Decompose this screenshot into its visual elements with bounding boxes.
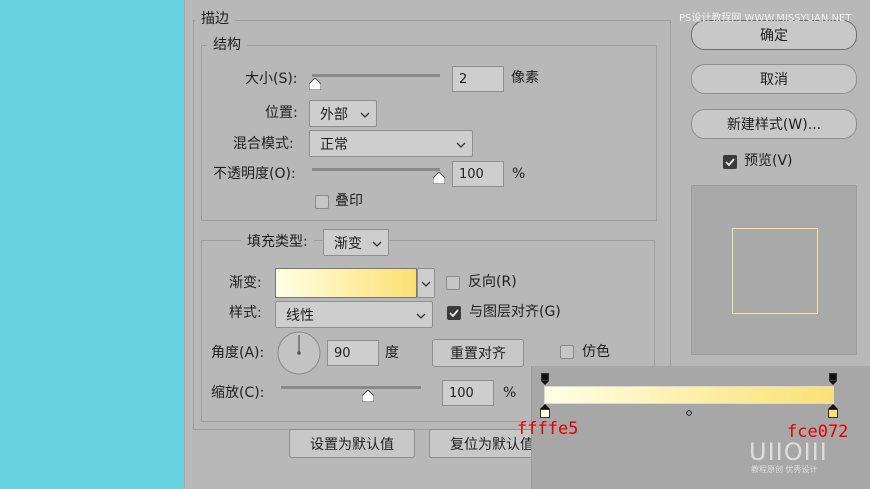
size-input[interactable]: 2 (452, 66, 504, 92)
reset-alignment-button[interactable]: 重置对齐 (432, 339, 524, 367)
opacity-label: 不透明度(O): (213, 166, 296, 182)
preview-label: 预览(V) (744, 153, 793, 169)
angle-input[interactable]: 90 (327, 340, 379, 366)
scale-unit: % (503, 385, 517, 401)
opacity-input[interactable]: 100 (452, 161, 504, 187)
check-icon (449, 309, 459, 318)
position-select[interactable]: 外部 (309, 100, 377, 127)
gradient-midpoint-marker[interactable] (685, 404, 693, 417)
position-label: 位置: (265, 105, 298, 121)
blend-mode-select[interactable]: 正常 (309, 130, 473, 157)
style-select-value: 线性 (286, 307, 314, 324)
overprint-label: 叠印 (335, 193, 363, 209)
angle-label: 角度(A): (211, 345, 265, 361)
opacity-stop-left[interactable] (541, 373, 549, 385)
gradient-dropdown[interactable] (417, 268, 435, 298)
start-color-annotation: ffffe5 (517, 419, 579, 439)
preview-thumbnail (691, 185, 857, 355)
scale-input[interactable]: 100 (442, 380, 494, 406)
ok-button[interactable]: 确定 (691, 20, 857, 50)
opacity-slider-track[interactable] (312, 168, 440, 171)
preview-square (732, 228, 818, 314)
watermark-brand: UIIOIII (749, 438, 828, 466)
chevron-down-icon (416, 307, 426, 323)
stroke-group-title: 描边 (195, 12, 235, 26)
style-label: 样式: (229, 305, 262, 321)
blend-mode-select-value: 正常 (320, 136, 348, 153)
preview-checkbox[interactable] (723, 155, 737, 169)
angle-dial[interactable] (277, 331, 321, 375)
align-with-layer-label: 与图层对齐(G) (469, 304, 561, 320)
chevron-down-icon (360, 106, 370, 122)
style-select[interactable]: 线性 (275, 301, 433, 328)
chevron-down-icon (372, 235, 382, 251)
opacity-stop-right[interactable] (829, 373, 837, 385)
layer-style-dialog: 描边 结构 大小(S): 2 像素 位置: 外部 混合模式: 正常 不透明度(O… (184, 0, 870, 489)
fill-type-select[interactable]: 渐变 (323, 229, 389, 256)
gradient-preview-bar[interactable] (544, 386, 834, 404)
check-icon (725, 158, 735, 167)
scale-label: 缩放(C): (211, 385, 265, 401)
angle-unit: 度 (385, 345, 399, 361)
reverse-checkbox[interactable] (446, 276, 460, 290)
watermark-brand-sub: 教程原创 优秀设计 (751, 465, 818, 474)
size-unit: 像素 (511, 70, 539, 86)
dither-checkbox[interactable] (560, 345, 574, 359)
chevron-down-icon (421, 275, 431, 291)
size-slider-thumb[interactable] (309, 78, 321, 90)
chevron-down-icon (456, 136, 466, 152)
size-label: 大小(S): (245, 71, 298, 87)
gradient-swatch[interactable] (275, 268, 417, 298)
blend-mode-label: 混合模式: (233, 136, 294, 152)
structure-group-title: 结构 (207, 38, 247, 52)
scale-slider-track[interactable] (281, 386, 421, 389)
new-style-button[interactable]: 新建样式(W)... (691, 109, 857, 139)
overprint-checkbox[interactable] (315, 195, 329, 209)
color-stop-left[interactable] (540, 404, 550, 418)
scale-slider-thumb[interactable] (362, 390, 374, 402)
reverse-label: 反向(R) (468, 274, 517, 290)
watermark-top: PS设计教程网 WWW.MISSYUAN.NET (679, 13, 852, 24)
set-as-default-button[interactable]: 设置为默认值 (289, 429, 415, 458)
cancel-button[interactable]: 取消 (691, 64, 857, 94)
position-select-value: 外部 (320, 106, 348, 123)
size-slider-track[interactable] (312, 74, 440, 77)
dither-label: 仿色 (582, 344, 610, 360)
fill-type-select-value: 渐变 (334, 235, 362, 252)
opacity-unit: % (512, 166, 526, 182)
gradient-label: 渐变: (229, 275, 262, 291)
color-stop-right[interactable] (828, 404, 838, 418)
opacity-slider-thumb[interactable] (433, 172, 445, 184)
fill-type-label: 填充类型: (241, 235, 314, 249)
align-with-layer-checkbox[interactable] (447, 306, 461, 320)
